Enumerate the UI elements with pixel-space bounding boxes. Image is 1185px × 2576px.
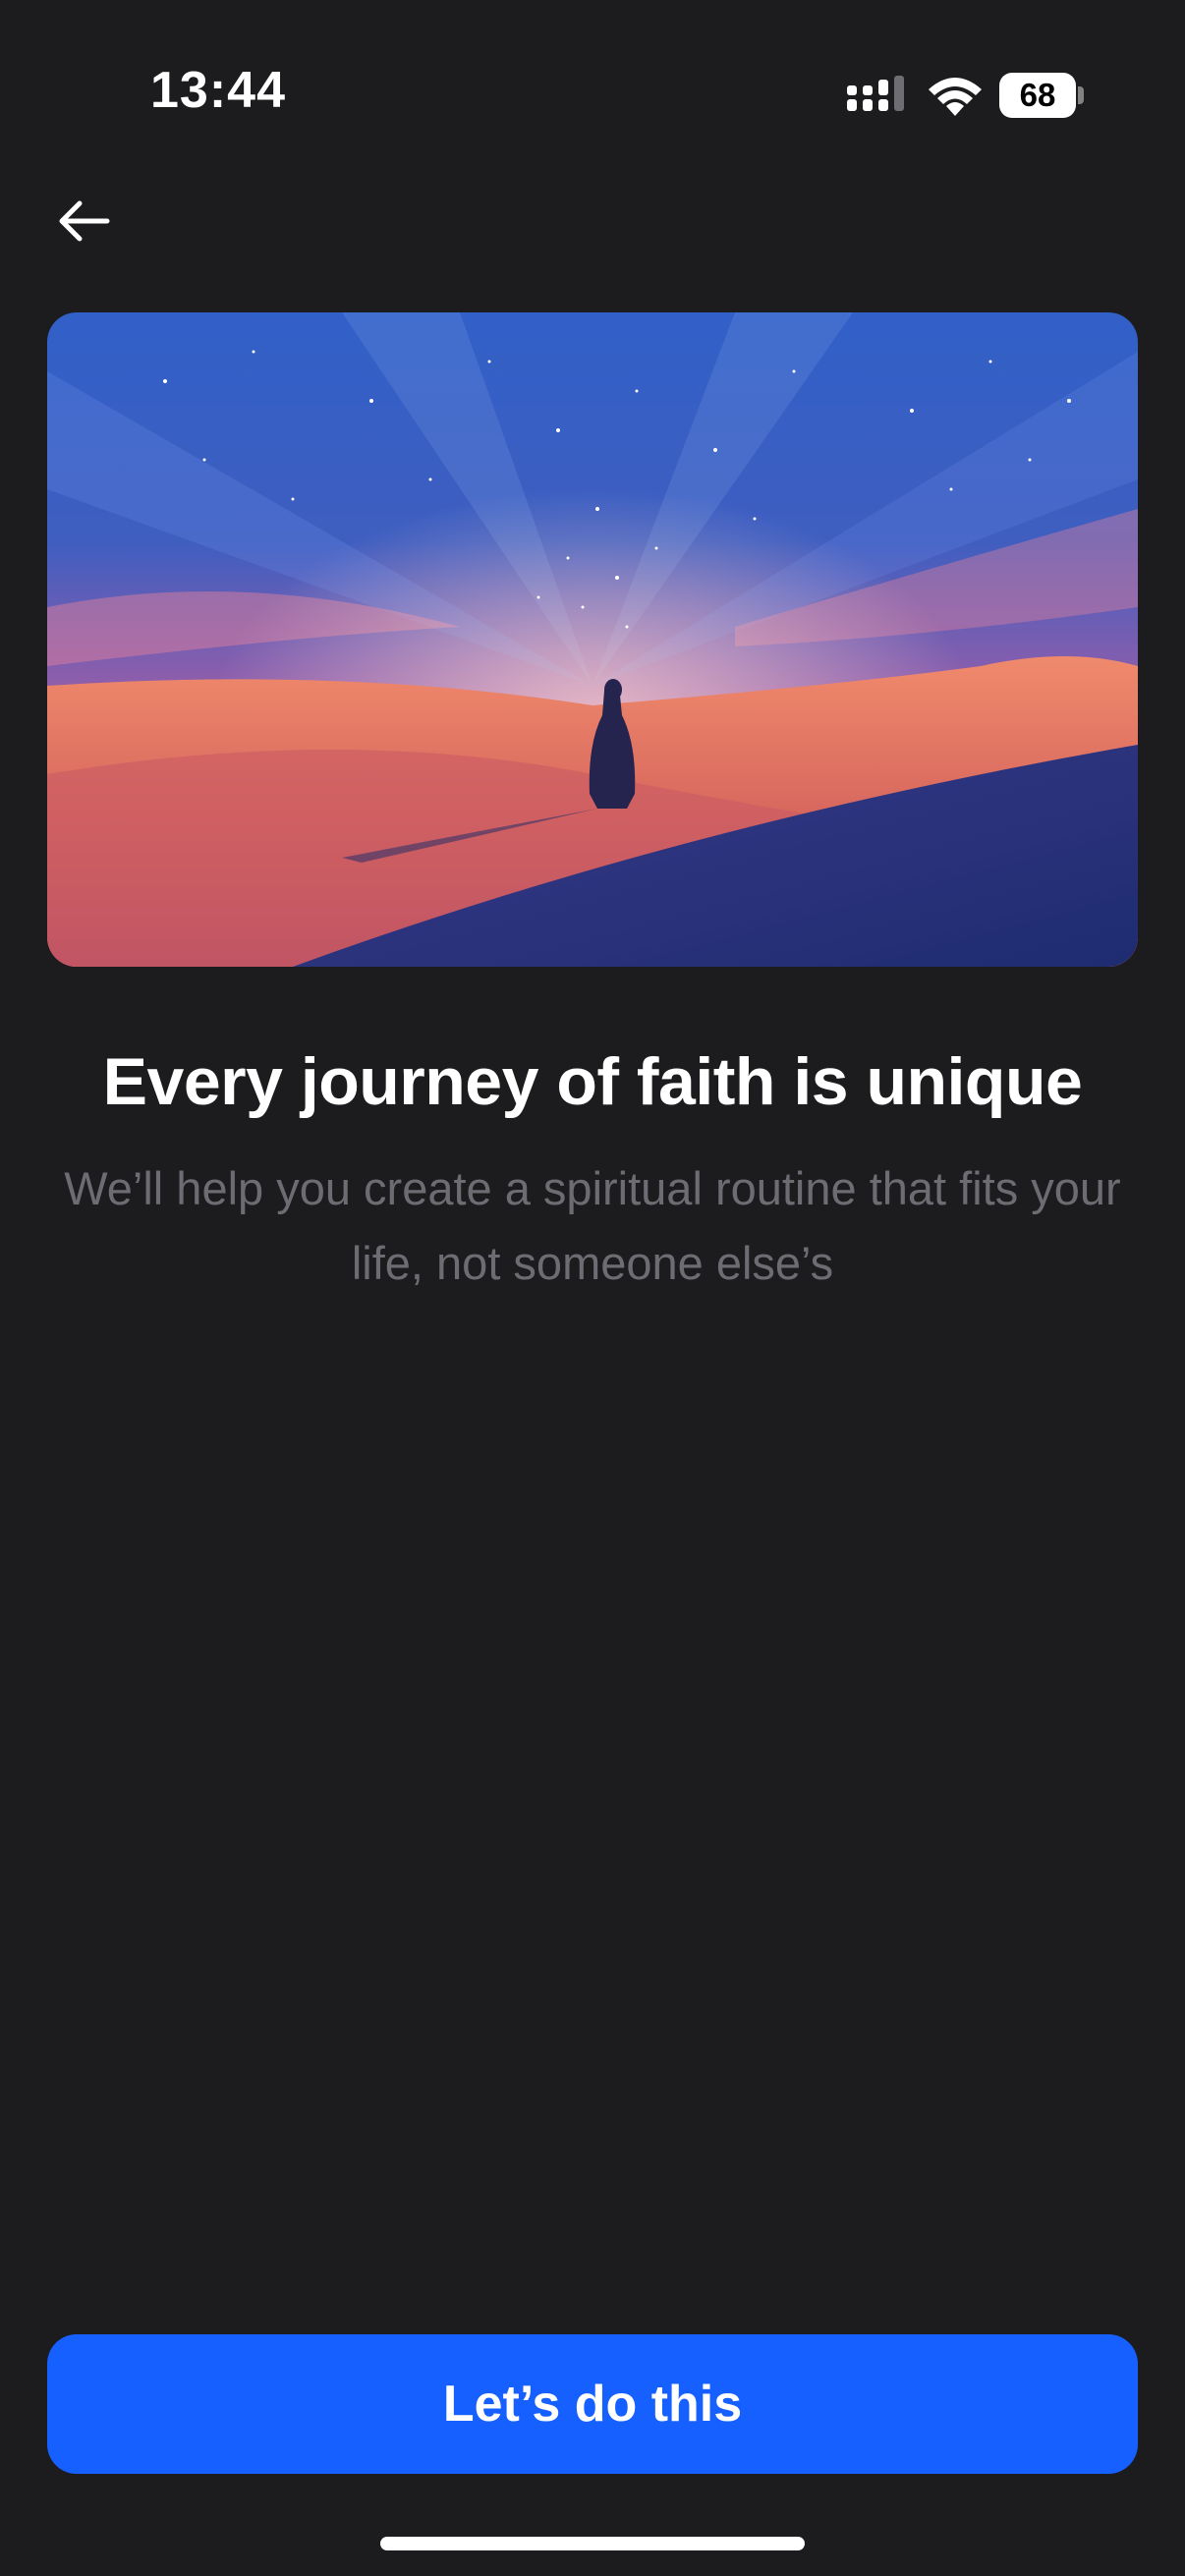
signal-icon [847, 76, 904, 111]
hero-image [47, 312, 1138, 967]
back-button[interactable] [39, 177, 128, 265]
page-subtitle: We’ll help you create a spiritual routin… [64, 1162, 1121, 1289]
page-title: Every journey of faith is unique [102, 1044, 1083, 1119]
onboarding-screen: 13:44 68 Every journey of faith is uniqu… [0, 0, 1185, 2576]
arrow-left-icon [59, 200, 110, 242]
wifi-icon [929, 78, 982, 116]
lets-do-this-button[interactable]: Let’s do this [47, 2334, 1138, 2474]
status-time: 13:44 [150, 62, 286, 119]
battery-icon: 68 [999, 73, 1084, 118]
home-indicator [380, 2537, 805, 2550]
battery-level: 68 [1019, 77, 1056, 113]
